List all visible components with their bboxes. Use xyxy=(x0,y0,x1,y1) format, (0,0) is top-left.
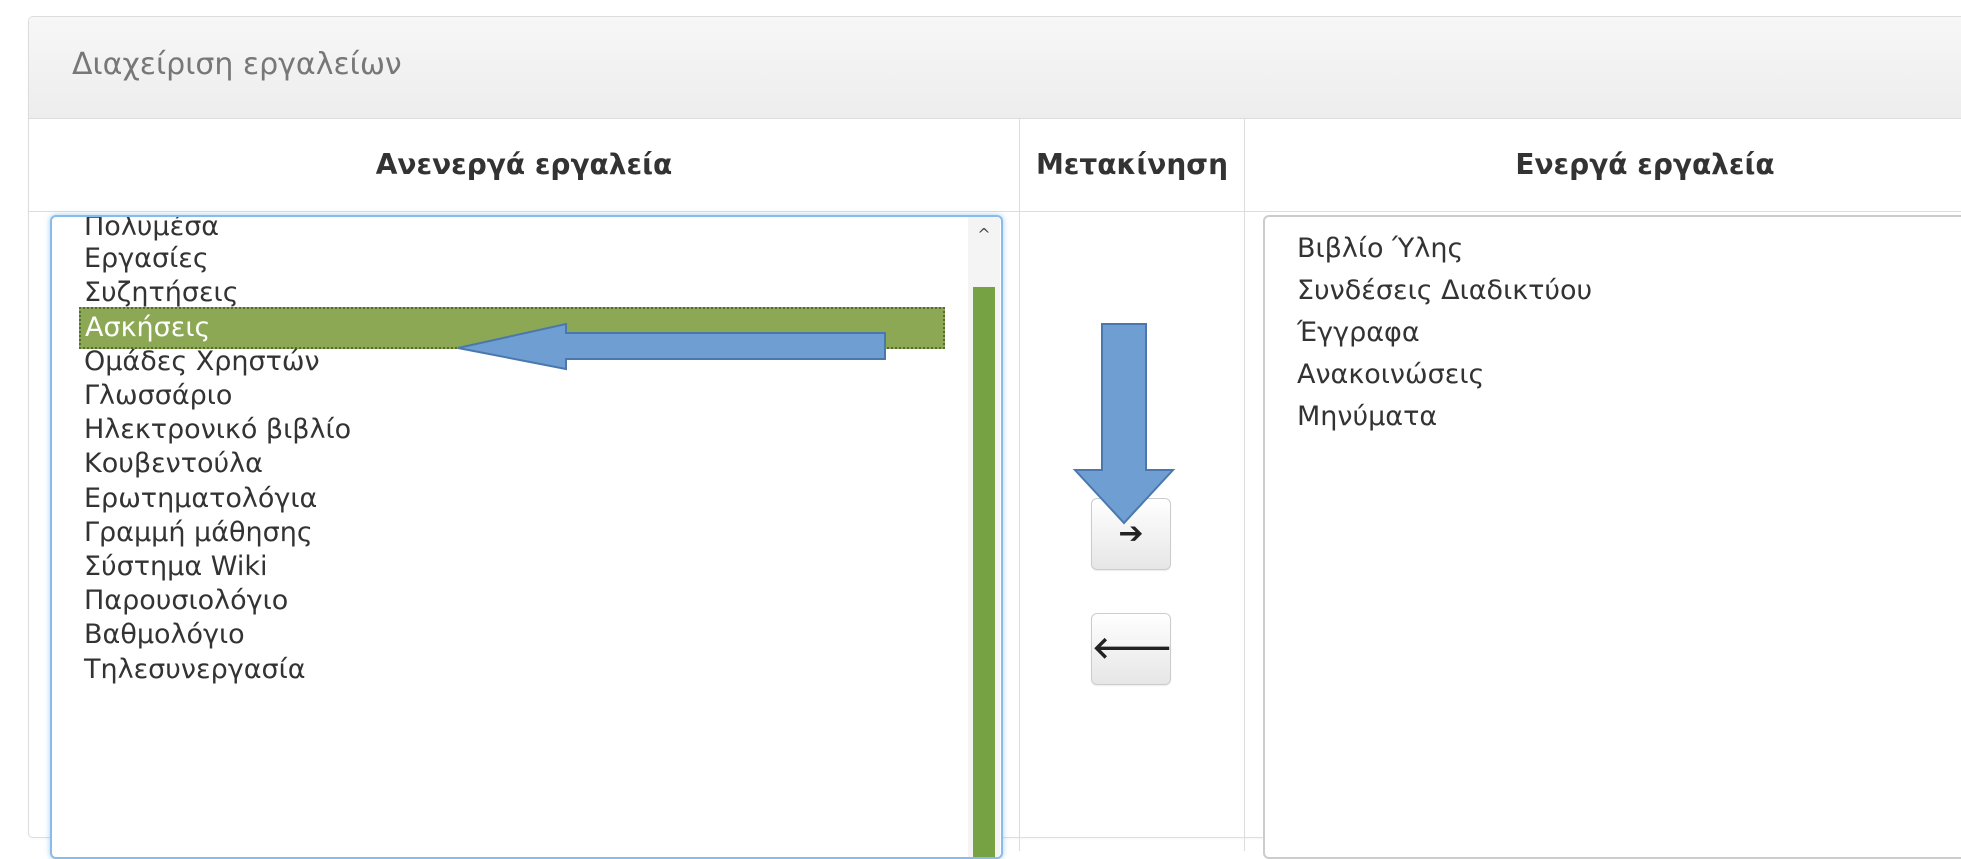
panel-title: Διαχείριση εργαλείων xyxy=(72,47,402,82)
arrow-left-icon: 🡐 xyxy=(1092,631,1173,666)
list-item[interactable]: Τηλεσυνεργασία xyxy=(52,649,306,691)
move-left-button[interactable]: 🡐 xyxy=(1091,613,1173,685)
list-item[interactable]: Συνδέσεις Διαδικτύου xyxy=(1297,270,1592,312)
column-divider xyxy=(1019,211,1020,851)
panel-heading: Διαχείριση εργαλείων xyxy=(29,17,1961,119)
active-tools-list[interactable]: Βιβλίο Ύλης Συνδέσεις Διαδικτύου Έγγραφα… xyxy=(1263,215,1961,859)
table-header: Ανενεργά εργαλεία Μετακίνηση Ενεργά εργα… xyxy=(29,119,1961,212)
list-scrollbar[interactable]: ^ xyxy=(968,217,1000,857)
list-item[interactable]: Ανακοινώσεις xyxy=(1297,354,1484,396)
list-item[interactable]: Μηνύματα xyxy=(1297,396,1437,438)
list-item[interactable]: Έγγραφα xyxy=(1297,312,1420,354)
arrow-right-icon: ➔ xyxy=(1118,516,1144,551)
tool-management-panel: Διαχείριση εργαλείων Ανενεργά εργαλεία Μ… xyxy=(28,16,1961,859)
inactive-tools-list[interactable]: Πολυμέσα Εργασίες Συζητήσεις Ασκήσεις Ομ… xyxy=(50,215,1003,859)
column-divider xyxy=(1244,211,1245,851)
scroll-up-icon[interactable]: ^ xyxy=(968,217,1000,253)
column-header-inactive: Ανενεργά εργαλεία xyxy=(29,119,1020,211)
move-right-button[interactable]: ➔ xyxy=(1091,498,1171,570)
column-header-active: Ενεργά εργαλεία xyxy=(1515,148,1775,181)
scroll-thumb[interactable] xyxy=(973,287,995,857)
column-header-move: Μετακίνηση xyxy=(1020,119,1245,211)
list-item[interactable]: Βιβλίο Ύλης xyxy=(1297,228,1463,270)
